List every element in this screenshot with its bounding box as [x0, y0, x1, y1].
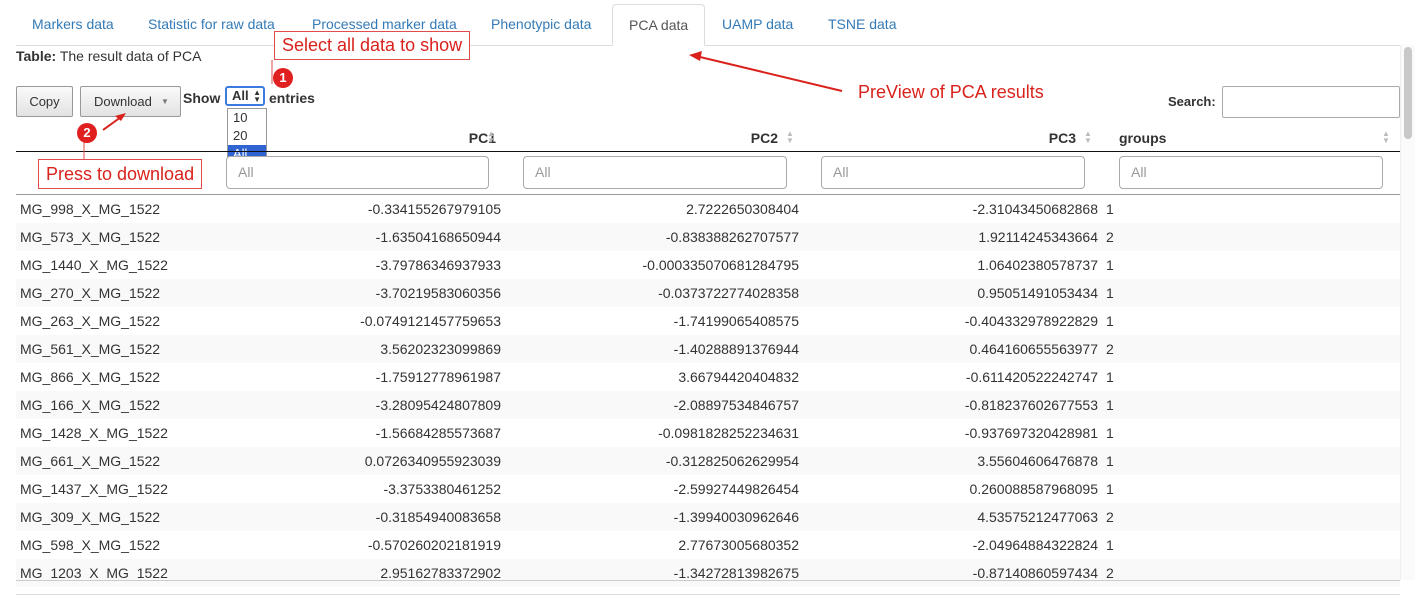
- step-badge-1: 1: [273, 68, 293, 88]
- annotation-press-download: Press to download: [38, 159, 203, 189]
- arrow-to-download: [102, 116, 122, 131]
- step-badge-2: 2: [77, 123, 97, 143]
- annotation-arrows: [83, 51, 843, 160]
- arrow-to-pca-tab: [699, 56, 843, 92]
- annotation-select-all: Select all data to show: [274, 31, 471, 60]
- annotation-preview: PreView of PCA results: [858, 82, 1044, 102]
- arrow-head: [689, 51, 702, 61]
